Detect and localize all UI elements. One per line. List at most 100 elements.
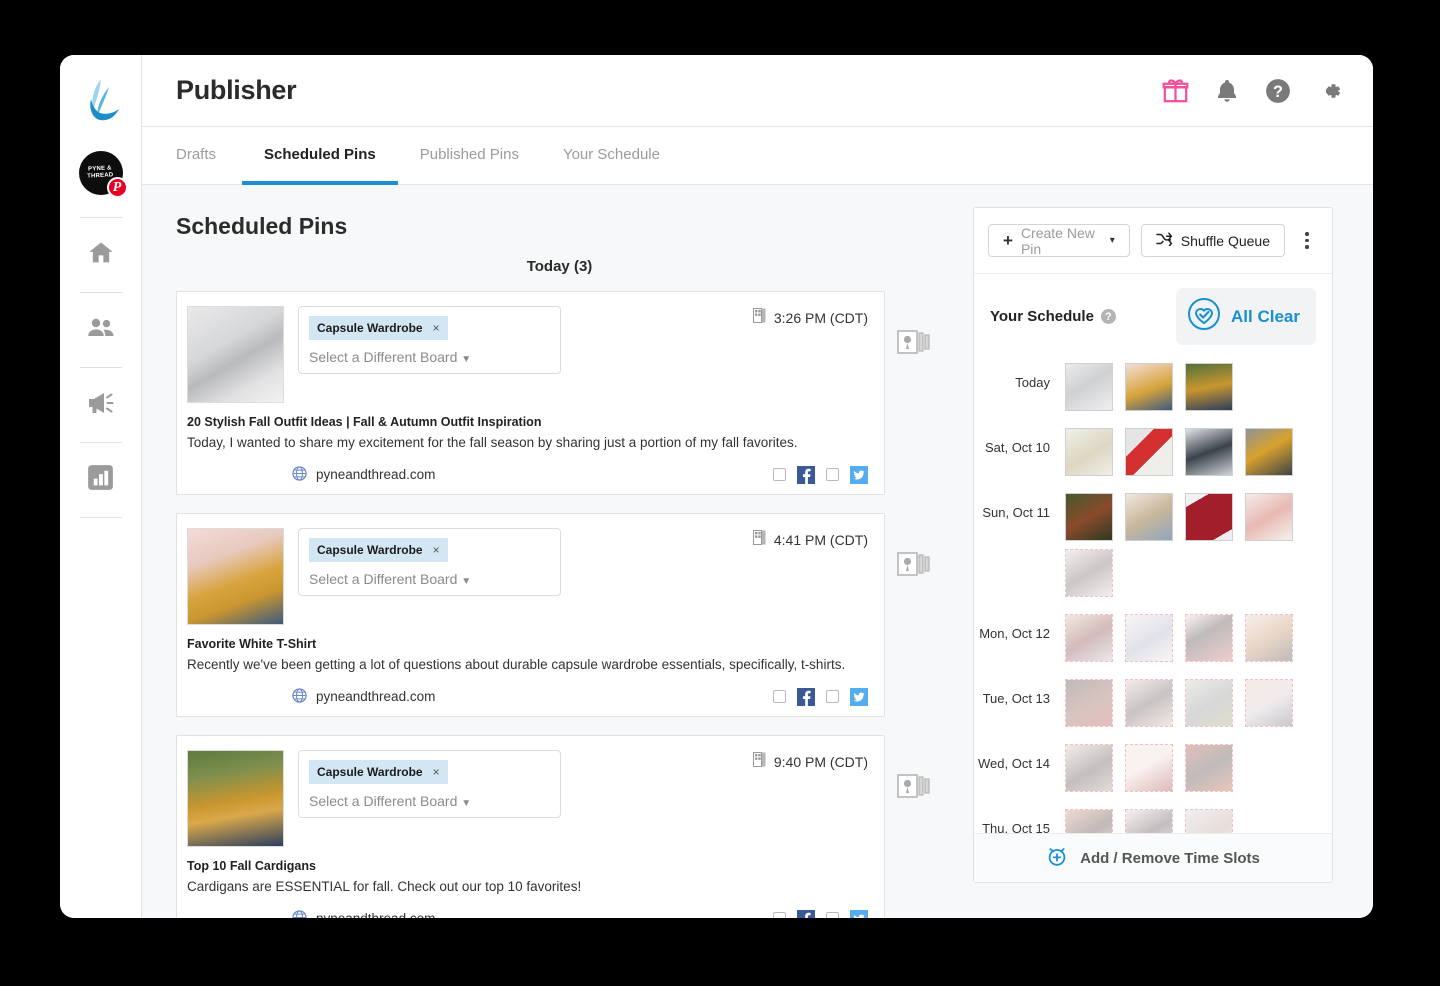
schedule-thumbnail[interactable] — [1065, 493, 1113, 541]
schedule-thumbnail[interactable] — [1065, 809, 1113, 834]
schedule-thumbnail[interactable] — [1245, 493, 1293, 541]
twitter-icon[interactable] — [850, 465, 868, 484]
schedule-thumbnail[interactable] — [1125, 809, 1173, 834]
schedule-thumbnail[interactable] — [1125, 493, 1173, 541]
avatar[interactable]: PYNE & THREAD P — [78, 151, 128, 198]
schedule-thumbnail[interactable] — [1065, 428, 1113, 476]
close-icon[interactable]: × — [433, 543, 440, 557]
schedule-thumbnail[interactable] — [1065, 679, 1113, 727]
pin-card[interactable]: Capsule Wardrobe × Select a Different Bo… — [176, 734, 885, 918]
chevron-down-icon: ▼ — [461, 354, 472, 365]
board-chip[interactable]: Capsule Wardrobe × — [309, 537, 448, 562]
schedule-thumbnail[interactable] — [1065, 614, 1113, 662]
bell-icon[interactable] — [1215, 78, 1239, 104]
schedule-row: Sun, Oct 11 — [974, 489, 1322, 601]
schedule-thumbnail[interactable] — [1245, 614, 1293, 662]
schedule-thumbnail-empty[interactable] — [1065, 549, 1113, 597]
schedule-thumbnail[interactable] — [1245, 679, 1293, 727]
pin-drag-handle[interactable] — [885, 735, 943, 801]
tab-scheduled-pins[interactable]: Scheduled Pins — [242, 128, 398, 185]
schedule-thumbnail[interactable] — [1185, 679, 1233, 727]
create-new-pin-button[interactable]: + Create New Pin ▾ — [988, 224, 1130, 257]
board-selector[interactable]: Capsule Wardrobe × Select a Different Bo… — [298, 306, 561, 374]
gear-icon[interactable] — [1317, 78, 1343, 104]
pin-thumbnail[interactable] — [187, 527, 284, 625]
schedule-thumbnail[interactable] — [1125, 744, 1173, 792]
facebook-icon[interactable] — [797, 909, 815, 918]
sidebar-item-home[interactable] — [78, 232, 124, 278]
schedule-day-label: Today — [1015, 375, 1050, 390]
schedule-thumbnail[interactable] — [1125, 679, 1173, 727]
schedule-thumbnail[interactable] — [1185, 363, 1233, 411]
shuffle-queue-button[interactable]: Shuffle Queue — [1140, 224, 1285, 257]
pin-url[interactable]: pyneandthread.com — [292, 910, 435, 918]
kebab-menu-icon[interactable] — [1296, 232, 1318, 249]
pinterest-icon: P — [106, 177, 128, 198]
twitter-icon[interactable] — [850, 687, 868, 706]
twitter-checkbox[interactable] — [826, 690, 839, 704]
twitter-checkbox[interactable] — [826, 468, 839, 482]
pin-card[interactable]: Capsule Wardrobe × Select a Different Bo… — [176, 291, 885, 495]
calendar-icon — [752, 751, 766, 772]
schedule-thumbnail[interactable] — [1065, 744, 1113, 792]
close-icon[interactable]: × — [433, 321, 440, 335]
pin-card[interactable]: Capsule Wardrobe × Select a Different Bo… — [176, 512, 885, 717]
sidebar-item-communities[interactable] — [78, 307, 124, 353]
schedule-title: Your Schedule — [990, 308, 1094, 325]
left-rail: PYNE & THREAD P — [60, 55, 142, 918]
board-select-dropdown[interactable]: Select a Different Board ▼ — [309, 571, 550, 587]
facebook-icon[interactable] — [797, 465, 815, 484]
schedule-thumbnail[interactable] — [1125, 363, 1173, 411]
facebook-icon[interactable] — [797, 687, 815, 706]
twitter-checkbox[interactable] — [826, 912, 839, 918]
divider — [79, 217, 122, 218]
schedule-row: Wed, Oct 14 — [974, 740, 1322, 796]
gift-icon[interactable] — [1162, 77, 1189, 104]
schedule-thumbnail[interactable] — [1185, 809, 1233, 834]
pin-thumbnail[interactable] — [187, 306, 284, 403]
board-chip-label: Capsule Wardrobe — [317, 764, 423, 779]
pin-drag-handle[interactable] — [885, 513, 943, 579]
pin-description: Cardigans are ESSENTIAL for fall. Check … — [187, 878, 582, 894]
scheduled-pins-column: Scheduled Pins Today (3) Capsule Wardrob… — [142, 185, 973, 918]
schedule-thumbnail[interactable] — [1185, 744, 1233, 792]
schedule-thumbnail[interactable] — [1245, 428, 1293, 476]
schedule-thumbnails — [1052, 675, 1305, 731]
heart-check-icon — [1186, 296, 1222, 337]
pin-url[interactable]: pyneandthread.com — [292, 466, 435, 484]
schedule-thumbnail[interactable] — [1185, 428, 1233, 476]
all-clear-badge[interactable]: All Clear — [1176, 288, 1316, 345]
board-selector[interactable]: Capsule Wardrobe × Select a Different Bo… — [298, 527, 561, 596]
board-select-dropdown[interactable]: Select a Different Board ▼ — [309, 793, 550, 809]
twitter-icon[interactable] — [850, 909, 868, 918]
schedule-thumbnails — [1052, 424, 1305, 480]
schedule-thumbnail[interactable] — [1185, 493, 1233, 541]
board-chip[interactable]: Capsule Wardrobe × — [309, 316, 448, 340]
pin-title: 20 Stylish Fall Outfit Ideas | Fall & Au… — [187, 415, 542, 429]
board-selector[interactable]: Capsule Wardrobe × Select a Different Bo… — [298, 749, 561, 818]
tab-your-schedule[interactable]: Your Schedule — [541, 128, 682, 185]
board-select-dropdown[interactable]: Select a Different Board ▼ — [309, 349, 550, 365]
facebook-checkbox[interactable] — [773, 690, 786, 704]
facebook-checkbox[interactable] — [773, 912, 786, 918]
pin-thumbnail[interactable] — [187, 749, 284, 847]
sidebar-item-promote[interactable] — [78, 382, 124, 428]
board-chip[interactable]: Capsule Wardrobe × — [309, 759, 448, 784]
help-icon[interactable]: ? — [1265, 78, 1291, 104]
tailwind-bird-logo[interactable] — [79, 77, 123, 125]
schedule-thumbnail[interactable] — [1125, 614, 1173, 662]
close-icon[interactable]: × — [433, 765, 440, 779]
question-mark-icon[interactable]: ? — [1100, 309, 1116, 324]
schedule-thumbnail[interactable] — [1185, 614, 1233, 662]
tab-drafts[interactable]: Drafts — [176, 128, 242, 185]
schedule-thumbnail[interactable] — [1125, 428, 1173, 476]
schedule-thumbnail[interactable] — [1065, 363, 1113, 411]
pin-description: Recently we've been getting a lot of que… — [187, 656, 846, 672]
facebook-checkbox[interactable] — [773, 468, 786, 482]
tab-published-pins[interactable]: Published Pins — [398, 128, 541, 185]
add-remove-time-slots-button[interactable]: Add / Remove Time Slots — [974, 833, 1332, 882]
pin-time: 4:41 PM (CDT) — [752, 528, 868, 550]
pin-drag-handle[interactable] — [885, 291, 943, 357]
sidebar-item-insights[interactable] — [78, 457, 124, 503]
pin-url[interactable]: pyneandthread.com — [292, 688, 435, 706]
